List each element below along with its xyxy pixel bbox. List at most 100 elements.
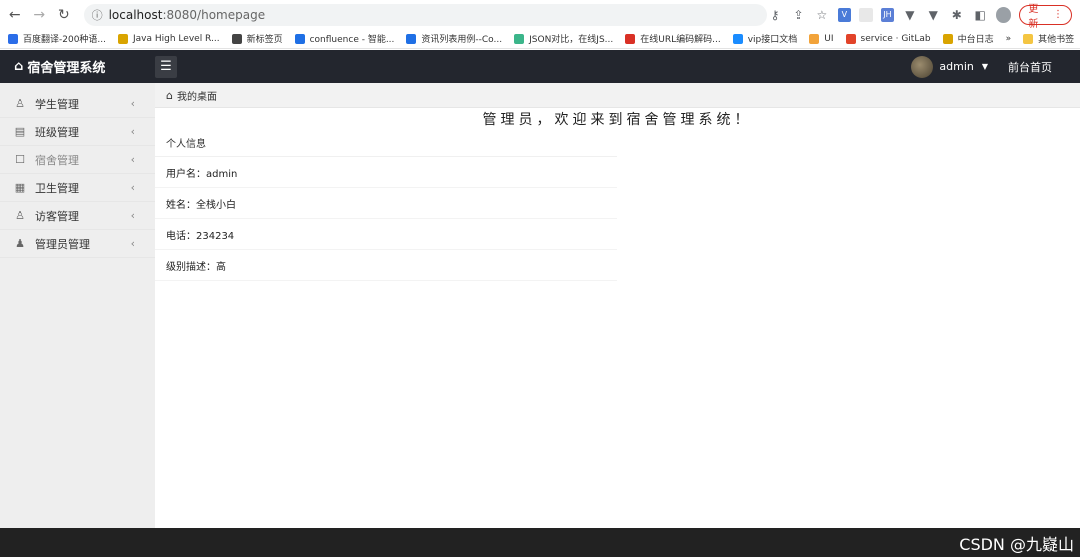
sidebar-item-visitors[interactable]: ♙ 访客管理 ‹ [0,202,155,230]
chevron-left-icon: ‹ [130,209,135,222]
main-content: ⌂ 我的桌面 管理员，欢迎来到宿舍管理系统！ 个人信息 用户名：admin 姓名… [155,83,1080,528]
site-info-icon[interactable]: ⓘ [92,7,103,23]
chevron-left-icon: ‹ [130,125,135,138]
bookmark-item[interactable]: 百度翻译-200种语... [8,32,106,45]
vue-devtools-icon[interactable]: ▼ [926,7,941,23]
sidebar-item-dorms[interactable]: ☐ 宿舍管理 ‹ [0,146,155,174]
chevron-left-icon: ‹ [130,181,135,194]
bookmark-item[interactable]: Java High Level R... [118,33,220,44]
bookmark-item[interactable]: service · GitLab [845,33,931,44]
bookmarks-more[interactable]: » [1006,34,1012,44]
app-logo[interactable]: ⌂ 宿舍管理系统 [0,57,155,76]
admin-icon: ♟ [15,237,25,250]
card-title: 个人信息 [155,129,617,157]
sidebar-item-students[interactable]: ♙ 学生管理 ‹ [0,90,155,118]
profile-icon[interactable] [995,6,1012,23]
user-name[interactable]: admin [939,60,973,73]
breadcrumb-label[interactable]: 我的桌面 [177,88,217,103]
visitor-icon: ♙ [15,209,25,222]
bookmark-item[interactable]: confluence - 智能... [294,32,395,45]
star-icon[interactable]: ☆ [814,7,829,23]
info-row-phone: 电话：234234 [155,219,617,250]
bookmark-favicon-icon [294,33,305,44]
bookmark-favicon-icon [845,33,856,44]
vue-devtools-icon[interactable]: ▼ [902,7,917,23]
caret-down-icon[interactable]: ▼ [982,62,988,71]
bookmark-label: service · GitLab [860,33,931,44]
sidebar-item-label: 卫生管理 [35,181,79,195]
bookmark-item[interactable]: 中台日志 [942,32,994,45]
bookmark-label: 在线URL编码解码... [640,35,721,45]
browser-toolbar: ← → ↻ ⓘ localhost:8080/homepage ⚷ ⇪ ☆ V … [0,0,1080,30]
avatar[interactable] [911,55,934,78]
url-path: :8080/homepage [162,7,266,22]
address-bar[interactable]: ⓘ localhost:8080/homepage [83,3,768,26]
bookmark-favicon-icon [625,33,636,44]
extension-icon[interactable]: V [837,7,852,22]
bookmark-label: confluence - 智能... [309,35,395,45]
folder-icon [1023,33,1034,44]
sidebar-item-hygiene[interactable]: ▦ 卫生管理 ‹ [0,174,155,202]
menu-toggle-button[interactable]: ☰ [155,55,177,78]
sidebar-item-label: 访客管理 [35,209,79,223]
extension-icon[interactable] [859,7,873,22]
sidebar-item-label: 管理员管理 [35,237,90,251]
bookmark-favicon-icon [8,33,18,44]
bookmark-item[interactable]: 在线URL编码解码... [625,32,721,45]
bookmark-item[interactable]: 新标签页 [231,32,283,45]
back-icon[interactable]: ← [5,5,25,25]
sidebar-item-classes[interactable]: ▤ 班级管理 ‹ [0,118,155,146]
chevron-left-icon: ‹ [130,237,135,250]
puzzle-icon[interactable]: ✱ [949,7,964,23]
forward-icon[interactable]: → [30,5,50,25]
bookmark-label: 中台日志 [957,35,994,45]
bookmark-favicon-icon [231,33,242,44]
chevron-left-icon: ‹ [130,97,135,110]
sidebar-item-label: 宿舍管理 [35,153,79,167]
key-icon[interactable]: ⚷ [767,7,782,23]
extension-icon[interactable]: JH [880,7,895,22]
bookmark-label: vip接口文档 [747,35,798,45]
update-button[interactable]: 更新 ⋮ [1019,4,1073,30]
bookmark-item[interactable]: vip接口文档 [732,32,798,45]
bookmark-label: 百度翻译-200种语... [23,35,107,45]
clipboard-icon: ▦ [14,181,26,194]
bookmark-favicon-icon [118,33,129,44]
bed-icon: ☐ [15,153,25,166]
bookmark-item[interactable]: 资讯列表用例--Co... [406,32,502,45]
bookmark-favicon-icon [942,33,953,44]
info-row-name: 姓名：全栈小白 [155,188,617,219]
home-icon[interactable]: ⌂ [166,89,173,102]
bookmark-label: UI [824,33,834,44]
info-row-level: 级别描述：高 [155,250,617,281]
sidebar-item-admins[interactable]: ♟ 管理员管理 ‹ [0,230,155,258]
user-icon: ♙ [15,97,25,110]
bookmark-item[interactable]: UI [809,33,834,44]
bookmarks-bar: 百度翻译-200种语... Java High Level R... 新标签页 con… [0,29,1080,49]
home-icon: ⌂ [14,59,24,74]
sidebar: ♙ 学生管理 ‹ ▤ 班级管理 ‹ ☐ 宿舍管理 ‹ ▦ 卫生管理 ‹ ♙ 访客… [0,83,155,528]
footer-bar [0,528,1080,557]
bookmark-label: 新标签页 [246,35,283,45]
bookmark-item[interactable]: JSON对比，在线JS... [514,32,613,45]
bookmark-label: 资讯列表用例--Co... [421,35,503,45]
reload-icon[interactable]: ↻ [54,5,74,25]
share-icon[interactable]: ⇪ [791,7,806,23]
front-page-link[interactable]: 前台首页 [1008,59,1052,75]
bookmark-label: Java High Level R... [133,33,220,44]
bookmark-favicon-icon [514,33,525,44]
app-title: 宿舍管理系统 [27,61,106,76]
bookmark-other[interactable]: 其他书签 [1038,32,1074,45]
welcome-message: 管理员，欢迎来到宿舍管理系统！ [482,112,753,128]
sidebar-item-label: 学生管理 [35,97,79,111]
bookmark-favicon-icon [809,33,820,44]
info-row-username: 用户名：admin [155,157,617,188]
sidebar-item-label: 班级管理 [35,125,79,139]
sidepanel-icon[interactable]: ◧ [972,7,987,23]
document-icon: ▤ [14,125,26,138]
more-icon: ⋮ [1053,9,1064,20]
bookmark-favicon-icon [406,33,417,44]
breadcrumb: ⌂ 我的桌面 [155,83,1080,108]
bookmark-label: JSON对比，在线JS... [529,35,614,45]
profile-card: 个人信息 用户名：admin 姓名：全栈小白 电话：234234 级别描述：高 [155,129,617,281]
